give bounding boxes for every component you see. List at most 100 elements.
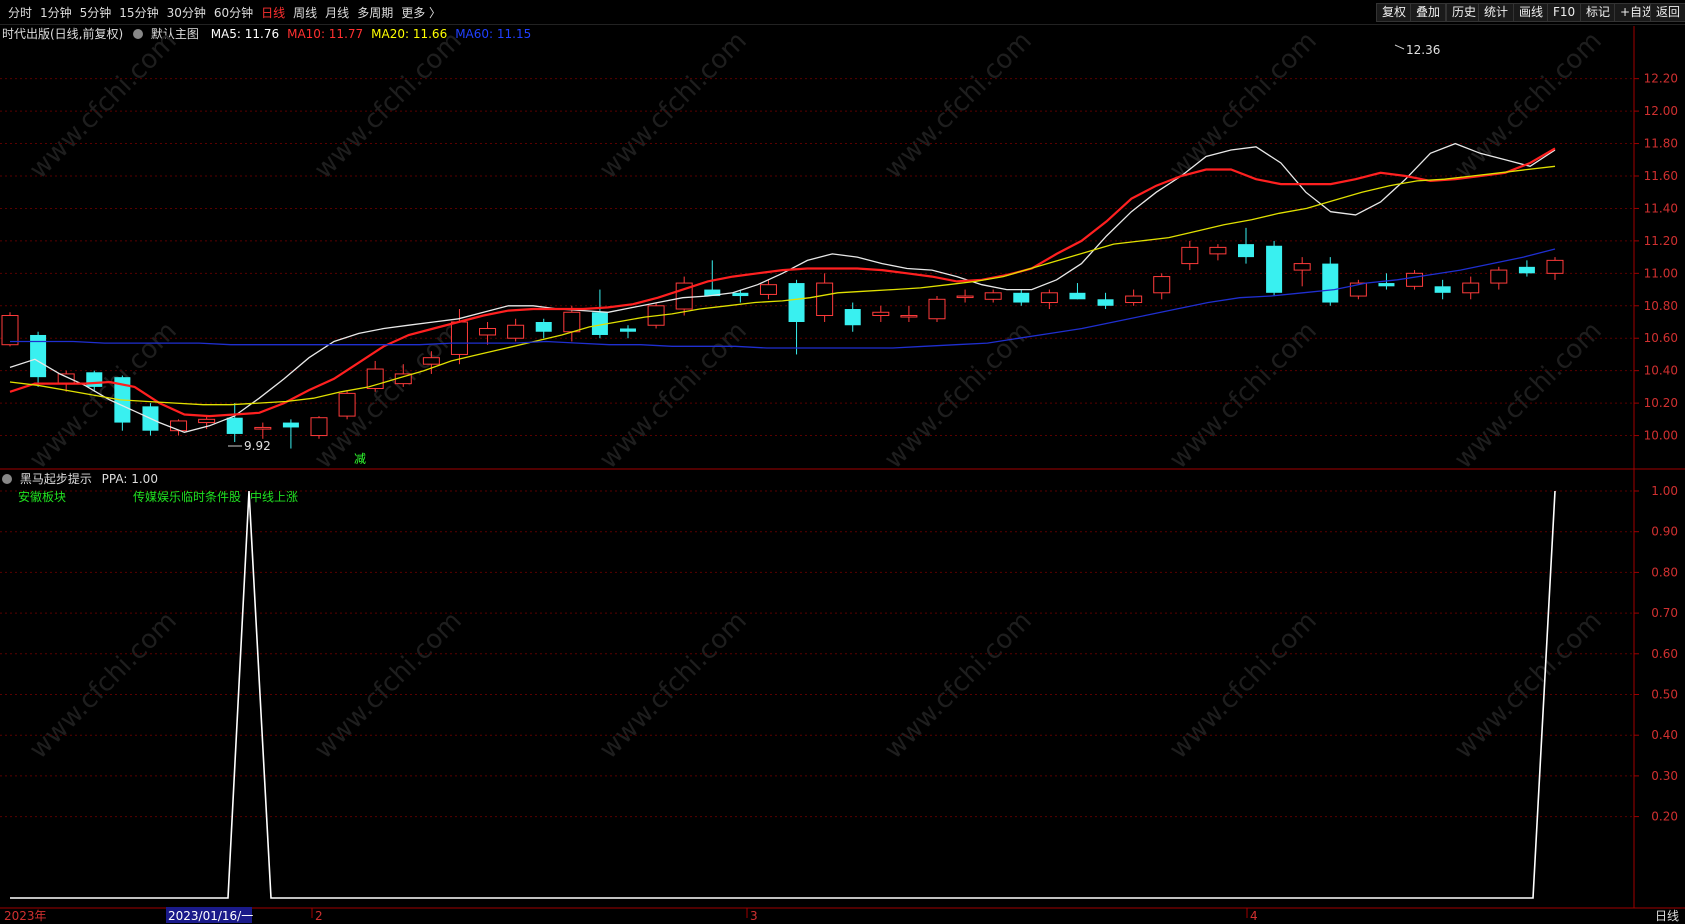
toolbar-button-4[interactable]: 画线 [1513,3,1550,22]
x-axis-label: 2023年 [4,909,47,923]
gear-icon[interactable] [133,29,144,39]
main-y-tick-label: 10.40 [1644,364,1678,378]
candle-body-up [479,327,497,336]
watermark-text: www.cfchi.com [879,606,1038,765]
tab-8[interactable]: 月线 [325,4,349,21]
candle-body-down [282,422,299,428]
candle-body-up [422,357,440,365]
toolbar-button-3[interactable]: 统计 [1478,3,1515,22]
main-y-tick-label: 10.00 [1644,429,1678,443]
candle-body-up [1546,259,1564,274]
candle-body-up [254,426,272,430]
watermark-text: www.cfchi.com [309,606,468,765]
ma-label-1: MA10: 11.77 [287,27,364,41]
candle-body-up [563,311,581,333]
watermark-text: www.cfchi.com [24,316,183,475]
tab-7[interactable]: 周线 [293,4,317,21]
x-axis-label: 3 [750,909,758,923]
gear-icon[interactable] [2,474,12,484]
sub-y-tick-label: 0.50 [1651,688,1678,702]
candle-body-up [198,418,216,424]
candle-body-down [1013,292,1030,303]
candle-body-up [647,305,665,326]
candle-body-down [1266,245,1283,293]
tab-4[interactable]: 30分钟 [167,4,206,21]
candle-body-down [620,328,636,332]
candle-body-down [844,309,861,326]
ma-label-3: MA60: 11.15 [455,27,532,41]
sub-y-tick-label: 1.00 [1651,484,1678,498]
tab-3[interactable]: 15分钟 [119,4,158,21]
candle-body-up [872,311,890,317]
kline-chart[interactable]: www.cfchi.com www.cfchi.com www.cfchi.com w… [0,0,1685,924]
indicator-label[interactable]: 默认主图 [151,27,199,41]
candle-body-up [984,292,1002,300]
watermark-text: www.cfchi.com [309,316,468,475]
main-y-tick-label: 10.80 [1644,299,1678,313]
main-y-tick-label: 12.00 [1644,104,1678,118]
candle-body-up [1293,263,1311,271]
candle-body-up [310,417,328,437]
main-y-tick-label: 11.60 [1644,169,1678,183]
main-chart-infoline: 时代出版(日线,前复权) 默认主图 MA5: 11.76 MA10: 11.77 M… [2,25,531,43]
ma-label-0: MA5: 11.76 [210,27,280,41]
candle-body-down [704,289,721,297]
candle-body-down [591,312,608,335]
candle-body-up [450,321,468,355]
sub-y-tick-label: 0.30 [1651,769,1678,783]
toolbar-button-5[interactable]: F10 [1547,3,1582,22]
toolbar-button-1[interactable]: 叠加 [1410,3,1447,22]
toolbar-button-8[interactable]: 返回 [1650,3,1685,22]
candle-body-down [30,334,47,378]
tab-0[interactable]: 分时 [8,4,32,21]
candle-body-down [114,377,131,423]
tab-10[interactable]: 更多 〉 [401,4,441,21]
candle-body-down [1378,283,1395,287]
candle-body-up [1,315,19,346]
main-y-tick-label: 10.60 [1644,331,1678,345]
low-price-label: 9.92 [244,439,271,453]
candle-body-up [1040,292,1058,304]
sub-y-tick-label: 0.90 [1651,525,1678,539]
period-toolbar: 分时 1分钟 5分钟 15分钟 30分钟 60分钟 日线 周线 月线 多周期 更多 〉 复权 叠加 历史… [0,0,1685,25]
main-y-tick-label: 11.00 [1644,266,1678,280]
toolbar-button-0[interactable]: 复权 [1376,3,1413,22]
ma-label-2: MA20: 11.66 [371,27,448,41]
sub-y-tick-label: 0.80 [1651,565,1678,579]
high-price-label: 12.36 [1406,43,1440,57]
tab-9[interactable]: 多周期 [357,4,393,21]
tab-2[interactable]: 5分钟 [80,4,112,21]
candle-body-up [1406,272,1424,287]
high-pointer [1394,44,1405,50]
tab-6[interactable]: 日线 [261,4,285,21]
candle-body-up [394,373,412,385]
sub-annotation: 安徽板块 [18,489,66,504]
x-axis-label: 4 [1250,909,1258,923]
candle-body-up [928,298,946,320]
tab-1[interactable]: 1分钟 [40,4,72,21]
watermark-text: www.cfchi.com [879,316,1038,475]
watermark-text: www.cfchi.com [1449,316,1608,475]
candle-body-up [1209,246,1227,255]
period-label: 日线 [1654,909,1679,923]
main-y-tick-label: 12.20 [1644,72,1678,86]
candle-body-up [57,373,75,385]
period-tabs: 分时 1分钟 5分钟 15分钟 30分钟 60分钟 日线 周线 月线 多周期 更多 〉 [0,0,441,24]
cursor-date-box [166,907,252,923]
watermark-text: www.cfchi.com [594,316,753,475]
sub-y-tick-label: 0.20 [1651,810,1678,824]
ppa-line-series [10,490,1556,899]
toolbar-button-2[interactable]: 历史 [1446,3,1483,22]
toolbar-button-6[interactable]: 标记 [1580,3,1617,22]
grid-lines [0,26,1685,909]
sub-y-tick-label: 0.70 [1651,606,1678,620]
tab-5[interactable]: 60分钟 [214,4,253,21]
main-y-tick-label: 11.80 [1644,137,1678,151]
ma-line-ma10 [9,147,1556,418]
candle-body-up [1349,282,1367,297]
watermark-text: www.cfchi.com [594,606,753,765]
axes: 12.20 12.00 11.80 11.60 11.40 11.20 11.00 10.80… [4,72,1678,923]
candle-body-up [1125,295,1143,304]
candle-body-down [142,406,159,431]
sub-indicator-title[interactable]: 黑马起步提示 [20,472,92,486]
